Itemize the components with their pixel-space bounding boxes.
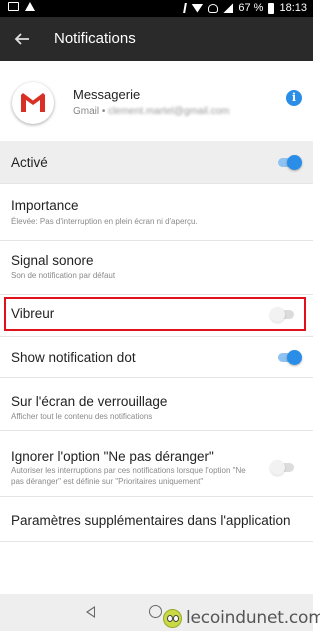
setting-sound-label: Signal sonore <box>11 253 94 268</box>
page-title: Notifications <box>54 30 136 47</box>
highlight-box <box>4 297 306 331</box>
active-toggle[interactable] <box>276 155 302 170</box>
watermark-text: lecoindunet.com <box>186 608 320 628</box>
setting-active-label: Activé <box>11 155 48 170</box>
signal-icon <box>223 3 234 13</box>
setting-lockscreen-label: Sur l'écran de verrouillage <box>11 394 168 409</box>
setting-notification-dot[interactable]: Show notification dot <box>0 337 313 378</box>
watermark-logo-icon <box>163 608 182 628</box>
setting-extra-label: Paramètres supplémentaires dans l'applic… <box>11 513 291 528</box>
setting-dot-label: Show notification dot <box>11 350 136 365</box>
gmail-app-icon <box>12 82 54 124</box>
setting-dnd-label: Ignorer l'option "Ne pas déranger" <box>11 449 214 464</box>
setting-importance-label: Importance <box>11 198 79 213</box>
clock: 18:13 <box>279 2 307 14</box>
account-email: clement.martel@gmail.com <box>108 106 230 117</box>
app-account: Gmail • clement.martel@gmail.com <box>73 106 229 117</box>
setting-lockscreen-desc: Afficher tout le contenu des notificatio… <box>11 412 153 421</box>
app-bar: Notifications <box>0 17 313 61</box>
app-header: Messagerie Gmail • clement.martel@gmail.… <box>0 61 313 141</box>
battery-percentage: 67 % <box>238 2 264 14</box>
setting-importance[interactable]: Importance Élevée: Pas d'interruption en… <box>0 184 313 241</box>
bluetooth-icon <box>178 3 188 13</box>
setting-dnd[interactable]: Ignorer l'option "Ne pas déranger" Autor… <box>0 431 313 497</box>
nav-home-icon[interactable] <box>149 605 162 618</box>
back-button[interactable] <box>8 25 36 53</box>
setting-sound-desc: Son de notification par défaut <box>11 271 116 280</box>
image-icon <box>8 2 19 11</box>
nav-back-icon[interactable] <box>86 606 95 618</box>
setting-lockscreen[interactable]: Sur l'écran de verrouillage Afficher tou… <box>0 378 313 431</box>
account-prefix: Gmail • <box>73 106 109 117</box>
warning-icon <box>25 2 35 11</box>
arrow-left-icon <box>14 33 29 45</box>
setting-sound[interactable]: Signal sonore Son de notification par dé… <box>0 241 313 295</box>
mute-icon <box>208 3 219 13</box>
dnd-toggle[interactable] <box>270 460 295 475</box>
setting-dnd-desc: Autoriser les interruptions par ces noti… <box>11 466 246 486</box>
watermark: lecoindunet.com <box>163 607 320 629</box>
status-bar: 67 % 18:13 <box>0 0 313 17</box>
info-icon[interactable]: i <box>286 90 302 106</box>
battery-icon <box>268 2 275 14</box>
setting-importance-desc: Élevée: Pas d'interruption en plein écra… <box>11 217 198 226</box>
app-name: Messagerie <box>73 87 141 102</box>
setting-extra[interactable]: Paramètres supplémentaires dans l'applic… <box>0 497 313 542</box>
setting-active[interactable]: Activé <box>0 141 313 184</box>
wifi-icon <box>191 3 204 13</box>
dot-toggle[interactable] <box>276 350 302 365</box>
